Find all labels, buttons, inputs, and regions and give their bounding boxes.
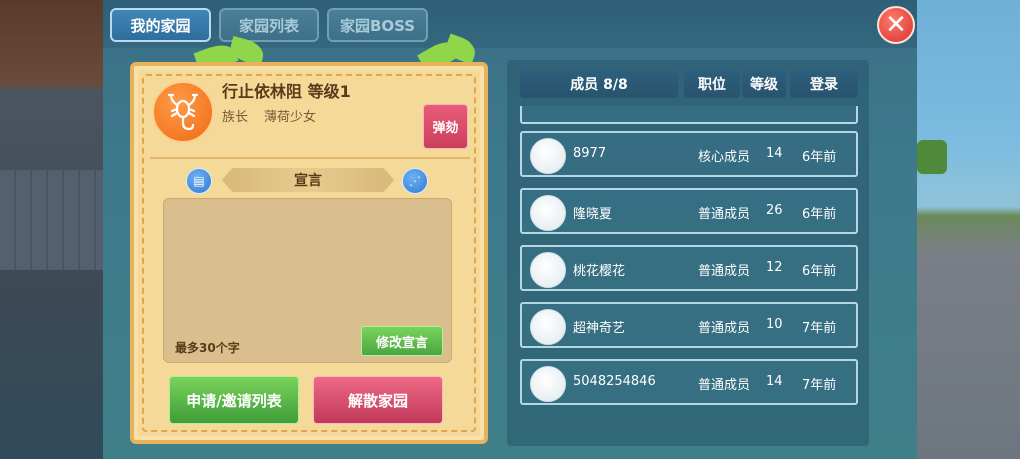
member-level: 26	[766, 203, 783, 218]
member-avatar	[530, 195, 566, 231]
member-name: 8977	[573, 146, 607, 161]
max-chars-note: 最多30个字	[175, 341, 240, 355]
member-role: 核心成员	[698, 150, 751, 165]
member-last-login: 6年前	[802, 150, 837, 165]
background-right	[917, 0, 1020, 459]
close-x-icon: ✕	[885, 10, 907, 40]
member-row[interactable]: 桃花樱花 普通成员 12 6年前	[520, 245, 858, 291]
member-level: 12	[766, 260, 783, 275]
leader-name: 薄荷少女	[264, 110, 317, 125]
share-icon[interactable]: ⋰	[402, 168, 428, 194]
member-name: 5048254846	[573, 374, 656, 389]
members-count-header[interactable]: 成员 8/8	[520, 70, 678, 98]
member-name: 隆晓夏	[573, 207, 613, 222]
scorpion-icon	[167, 93, 199, 131]
member-role: 普通成员	[698, 378, 751, 393]
home-emblem-avatar	[152, 81, 214, 143]
leader-label: 族长	[222, 110, 249, 125]
impeach-button[interactable]: 弹劾	[423, 104, 468, 149]
member-row[interactable]: 隆晓夏 普通成员 26 6年前	[520, 188, 858, 234]
member-row[interactable]: 超神奇艺 普通成员 10 7年前	[520, 302, 858, 348]
member-avatar	[530, 138, 566, 174]
member-avatar	[530, 366, 566, 402]
background-left	[0, 0, 103, 459]
members-list[interactable]: 8977 核心成员 14 6年前 隆晓夏 普通成员 26 6年前 桃花樱花 普通…	[507, 106, 869, 446]
member-name: 超神奇艺	[573, 321, 626, 336]
member-last-login: 7年前	[802, 321, 837, 336]
level-header[interactable]: 等级	[742, 70, 786, 98]
member-row[interactable]: 5048254846 普通成员 14 7年前	[520, 359, 858, 405]
role-header[interactable]: 职位	[684, 70, 740, 98]
tab-home-boss[interactable]: 家园BOSS	[327, 8, 428, 42]
tree-decoration	[917, 140, 947, 174]
member-level: 14	[766, 146, 783, 161]
close-button[interactable]: ✕	[877, 6, 915, 44]
member-level: 14	[766, 374, 783, 389]
home-name-level: 行止依林阻 等级1	[222, 82, 351, 101]
card-divider	[150, 157, 470, 159]
member-last-login: 6年前	[802, 207, 837, 222]
member-last-login: 6年前	[802, 264, 837, 279]
member-last-login: 7年前	[802, 378, 837, 393]
member-role: 普通成员	[698, 207, 751, 222]
member-role: 普通成员	[698, 264, 751, 279]
member-row-partial	[520, 106, 858, 124]
member-name: 桃花樱花	[573, 264, 626, 279]
document-icon[interactable]: ▤	[186, 168, 212, 194]
login-header[interactable]: 登录	[790, 70, 858, 98]
declaration-title: 宣言	[222, 168, 394, 192]
member-role: 普通成员	[698, 321, 751, 336]
tab-my-home[interactable]: 我的家园	[110, 8, 211, 42]
apply-invite-list-button[interactable]: 申请/邀请列表	[169, 376, 299, 424]
edit-declaration-button[interactable]: 修改宣言	[361, 326, 443, 356]
member-avatar	[530, 309, 566, 345]
member-level: 10	[766, 317, 783, 332]
member-row[interactable]: 8977 核心成员 14 6年前	[520, 131, 858, 177]
disband-home-button[interactable]: 解散家园	[313, 376, 443, 424]
member-avatar	[530, 252, 566, 288]
fence-decoration	[0, 170, 103, 270]
